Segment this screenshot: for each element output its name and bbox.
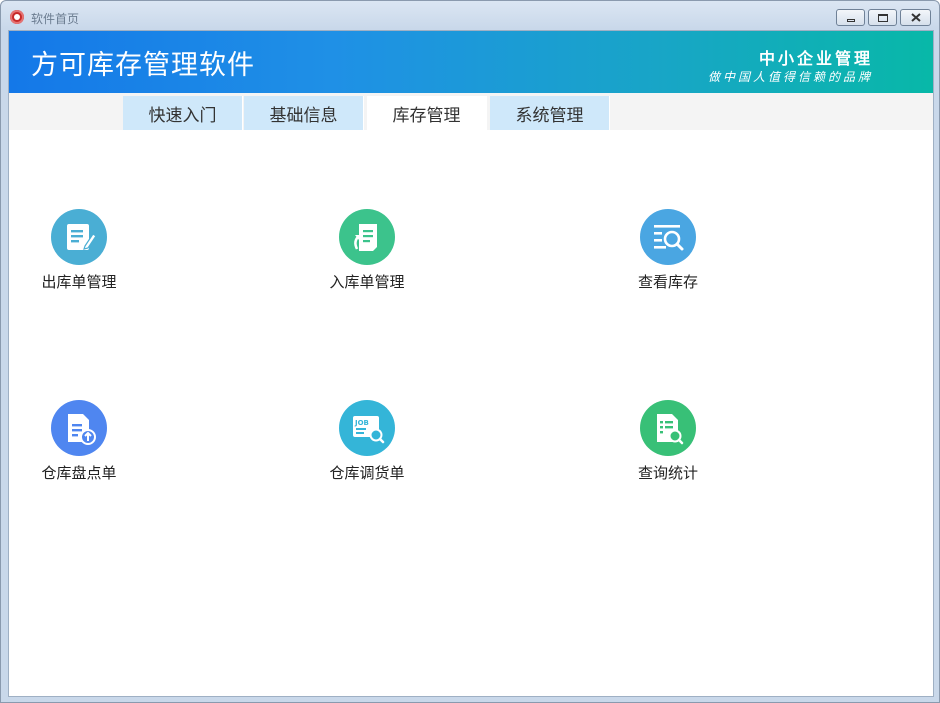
tile-view-inventory[interactable]: 查看库存 — [608, 209, 728, 309]
window-title: 软件首页 — [31, 12, 80, 26]
tile-label: 仓库盘点单 — [41, 464, 117, 482]
tile-label: 仓库调货单 — [329, 464, 405, 482]
tile-label: 查询统计 — [637, 464, 698, 482]
client-area: 方可库存管理软件 中小企业管理 做中国人值得信赖的品牌 快速入门 基础信息 库存… — [8, 30, 934, 697]
tile-label: 入库单管理 — [329, 273, 405, 291]
close-button[interactable] — [900, 9, 931, 26]
tab-inventory-management[interactable]: 库存管理 — [367, 96, 487, 130]
svg-text:JOB: JOB — [354, 419, 369, 427]
inbound-document-icon — [339, 209, 395, 265]
tab-system-management[interactable]: 系统管理 — [490, 96, 610, 130]
tile-transfer-orders[interactable]: JOB 仓库调货单 — [307, 400, 427, 500]
minimize-button[interactable] — [836, 9, 865, 26]
tab-bar: 快速入门 基础信息 库存管理 系统管理 — [9, 93, 933, 130]
report-search-icon — [640, 400, 696, 456]
tab-content: 出库单管理 入库单管理 查看库存 仓库盘点单 JOB 仓库调货单 查询统计 — [9, 130, 933, 696]
title-bar[interactable]: 软件首页 — [1, 1, 939, 31]
header-banner: 方可库存管理软件 中小企业管理 做中国人值得信赖的品牌 — [9, 31, 933, 93]
close-icon — [910, 13, 921, 22]
app-logo-icon — [10, 10, 24, 24]
slogan-main: 中小企业管理 — [758, 49, 873, 68]
app-title: 方可库存管理软件 — [31, 50, 255, 81]
restore-button[interactable] — [868, 9, 897, 26]
tab-quick-start[interactable]: 快速入门 — [123, 96, 243, 130]
tile-label: 出库单管理 — [41, 273, 117, 291]
tile-inbound-orders[interactable]: 入库单管理 — [307, 209, 427, 309]
tile-label: 查看库存 — [637, 273, 698, 291]
upload-document-icon — [51, 400, 107, 456]
search-list-icon — [640, 209, 696, 265]
minimize-icon — [846, 18, 855, 22]
window-controls — [836, 9, 931, 26]
tab-basic-info[interactable]: 基础信息 — [244, 96, 364, 130]
tile-outbound-orders[interactable]: 出库单管理 — [19, 209, 139, 309]
edit-document-icon — [51, 209, 107, 265]
tile-query-statistics[interactable]: 查询统计 — [608, 400, 728, 500]
tile-stocktake[interactable]: 仓库盘点单 — [19, 400, 139, 500]
restore-icon — [877, 13, 888, 22]
app-window: 软件首页 方可库存管理软件 中小企业管理 做中国人值得信赖的品牌 快速入门 基础… — [0, 0, 940, 703]
slogan-sub: 做中国人值得信赖的品牌 — [707, 70, 873, 84]
job-search-icon: JOB — [339, 400, 395, 456]
